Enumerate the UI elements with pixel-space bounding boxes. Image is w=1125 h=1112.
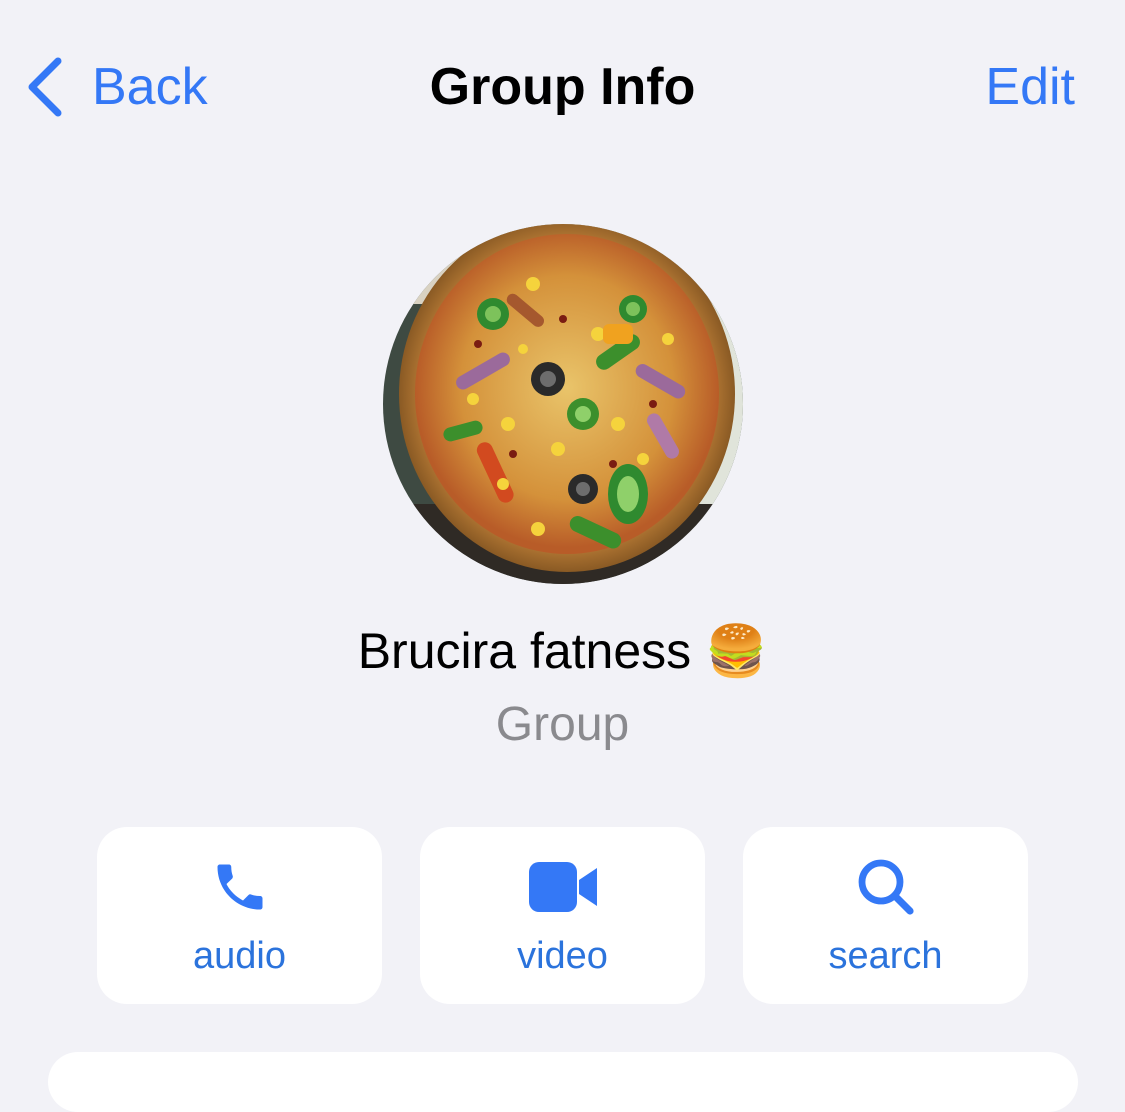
pizza-photo: [383, 224, 743, 584]
action-buttons: audio video search: [97, 827, 1028, 1004]
audio-label: audio: [193, 935, 286, 977]
video-call-button[interactable]: video: [420, 827, 705, 1004]
search-button[interactable]: search: [743, 827, 1028, 1004]
group-type-label: Group: [495, 698, 630, 751]
edit-button[interactable]: Edit: [985, 52, 1075, 122]
search-label: search: [828, 935, 943, 977]
audio-call-button[interactable]: audio: [97, 827, 382, 1004]
info-card: [48, 1052, 1078, 1112]
chevron-left-icon: [28, 57, 62, 117]
video-camera-icon: [528, 862, 597, 912]
navigation-bar: Back Group Info Edit: [0, 0, 1125, 175]
back-button[interactable]: Back: [24, 52, 208, 122]
group-name: Brucira fatness 🍔: [357, 623, 768, 679]
group-avatar[interactable]: [383, 224, 743, 584]
phone-icon: [217, 864, 262, 910]
search-icon: [858, 859, 914, 915]
video-label: video: [517, 935, 608, 977]
back-label: Back: [92, 58, 208, 116]
